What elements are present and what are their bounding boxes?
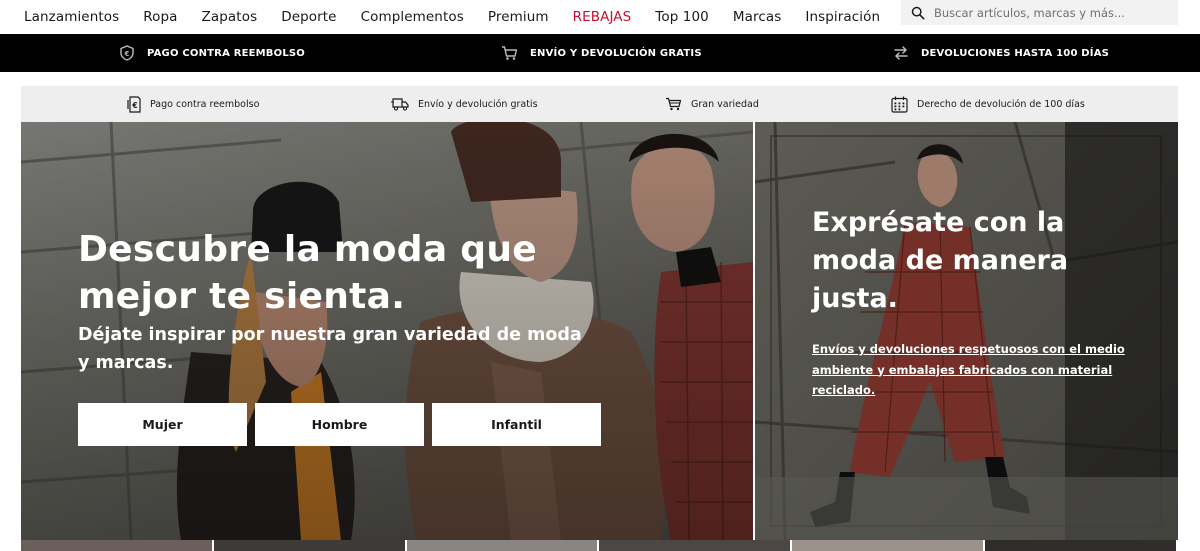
- nav-item-inspiracion[interactable]: Inspiración: [805, 9, 880, 25]
- nav-item-complementos[interactable]: Complementos: [361, 9, 464, 25]
- preview-tile: [599, 540, 791, 551]
- shield-money-icon: €: [120, 45, 134, 61]
- hero-banner-main[interactable]: Descubre la moda que mejor te sienta. Dé…: [21, 122, 753, 540]
- benefit-returns: DEVOLUCIONES HASTA 100 DÍAS: [893, 34, 1109, 72]
- swap-arrows-icon: [894, 46, 908, 60]
- hero-title: Descubre la moda que mejor te sienta.: [78, 229, 537, 317]
- next-section-preview: [21, 540, 1178, 551]
- search-input[interactable]: [934, 5, 1164, 20]
- nav-item-deporte[interactable]: Deporte: [281, 9, 336, 25]
- nav-item-top-100[interactable]: Top 100: [655, 9, 709, 25]
- svg-text:€: €: [131, 101, 137, 110]
- top-navigation: Lanzamientos Ropa Zapatos Deporte Comple…: [0, 0, 1200, 34]
- receipt-icon: €: [127, 95, 141, 113]
- cart-icon: [666, 97, 682, 111]
- info-label: Derecho de devolución de 100 días: [917, 98, 1085, 110]
- preview-tile: [792, 540, 984, 551]
- benefit-label: PAGO CONTRA REEMBOLSO: [147, 47, 306, 59]
- hero-banner-sustainability[interactable]: Exprésate con la moda de manera justa. E…: [755, 122, 1178, 540]
- cart-icon: [502, 46, 518, 60]
- nav-item-zapatos[interactable]: Zapatos: [202, 9, 258, 25]
- info-label: Pago contra reembolso: [150, 98, 260, 110]
- nav-item-premium[interactable]: Premium: [488, 9, 549, 25]
- info-label: Gran variedad: [691, 98, 759, 110]
- svg-text:€: €: [123, 50, 129, 58]
- benefits-bar: € PAGO CONTRA REEMBOLSO ENVÍO Y DEVOLUCI…: [0, 34, 1200, 72]
- nav-item-ropa[interactable]: Ropa: [143, 9, 177, 25]
- benefit-free-shipping: ENVÍO Y DEVOLUCIÓN GRATIS: [501, 34, 702, 72]
- preview-tile: [21, 540, 212, 551]
- kids-button[interactable]: Infantil: [432, 403, 601, 446]
- info-label: Envío y devolución gratis: [418, 98, 538, 110]
- women-button[interactable]: Mujer: [78, 403, 247, 446]
- benefit-label: DEVOLUCIONES HASTA 100 DÍAS: [921, 47, 1110, 59]
- delivery-truck-icon: [391, 98, 409, 111]
- nav-item-lanzamientos[interactable]: Lanzamientos: [24, 9, 119, 25]
- hero-button-group: Mujer Hombre Infantil: [78, 403, 609, 446]
- preview-tile: [985, 540, 1176, 551]
- info-returns: Derecho de devolución de 100 días: [891, 86, 1085, 122]
- men-button[interactable]: Hombre: [255, 403, 424, 446]
- nav-item-marcas[interactable]: Marcas: [733, 9, 782, 25]
- info-free-shipping: Envío y devolución gratis: [391, 86, 538, 122]
- benefit-cash-on-delivery: € PAGO CONTRA REEMBOLSO: [119, 34, 305, 72]
- search-box[interactable]: [901, 0, 1178, 25]
- nav-item-rebajas[interactable]: REBAJAS: [573, 9, 632, 25]
- hero-right-title: Exprésate con la moda de manera justa.: [812, 207, 1069, 314]
- info-variety: Gran variedad: [665, 86, 759, 122]
- hero-subtitle: Déjate inspirar por nuestra gran varieda…: [78, 325, 582, 373]
- category-menu: Lanzamientos Ropa Zapatos Deporte Comple…: [0, 0, 904, 34]
- hero-photo: [755, 122, 1178, 540]
- preview-tile: [213, 540, 405, 551]
- calendar-icon: [891, 96, 908, 113]
- info-cash-on-delivery: € Pago contra reembolso: [127, 86, 259, 122]
- benefit-label: ENVÍO Y DEVOLUCIÓN GRATIS: [530, 47, 702, 59]
- info-bar: € Pago contra reembolso Envío y devoluci…: [21, 86, 1178, 122]
- sustainability-link[interactable]: Envíos y devoluciones respetuosos con el…: [812, 339, 1152, 401]
- search-icon[interactable]: [911, 6, 925, 20]
- preview-tile: [406, 540, 598, 551]
